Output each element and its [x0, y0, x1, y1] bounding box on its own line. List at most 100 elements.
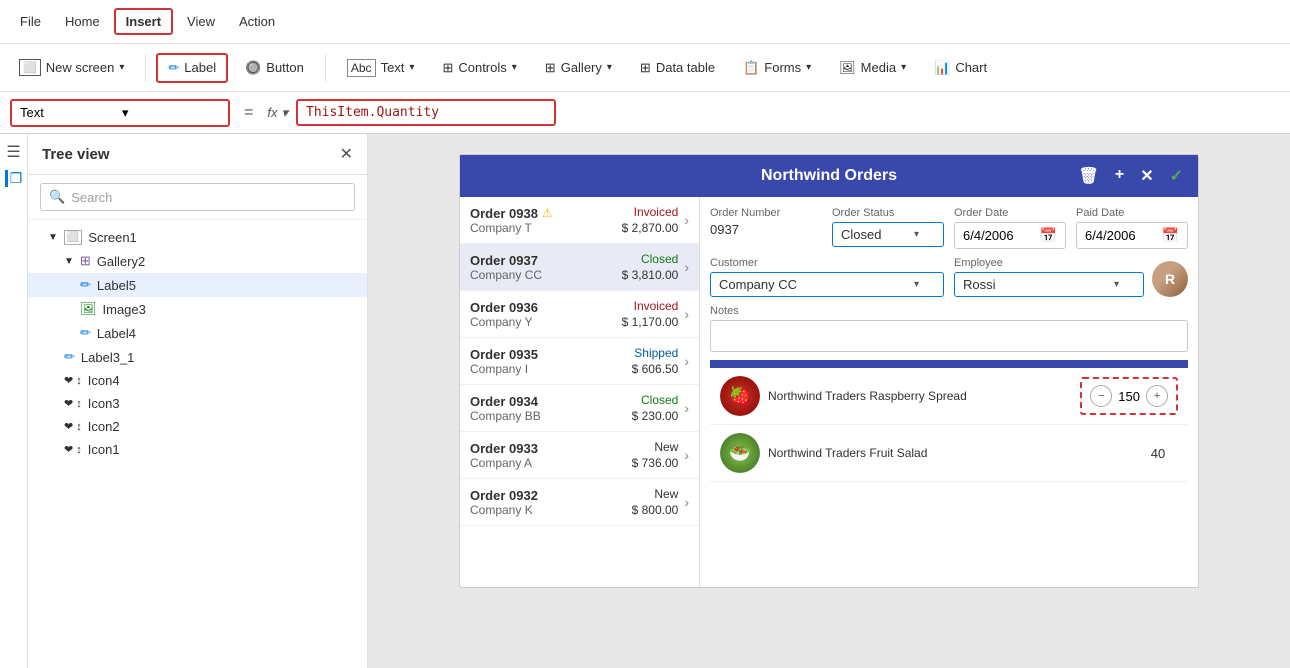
order-chevron-0934: ›	[684, 400, 689, 416]
order-right-0937: Closed $ 3,810.00	[622, 252, 679, 282]
order-right-0936: Invoiced $ 1,170.00	[622, 299, 679, 329]
formula-bar: Text ▾ = fx ▾ ThisItem.Quantity	[0, 92, 1290, 134]
order-item-0937[interactable]: Order 0937 Company CC Closed $ 3,810.00 …	[460, 244, 699, 291]
tree-item-image3[interactable]: 🖼 Image3	[28, 297, 367, 321]
chart-button[interactable]: 📊 Chart	[923, 54, 998, 82]
order-right-0935: Shipped $ 606.50	[632, 346, 679, 376]
order-status-select[interactable]: Closed ▾	[832, 222, 944, 247]
add-icon[interactable]: +	[1110, 164, 1129, 188]
hamburger-icon[interactable]: ☰	[6, 142, 20, 162]
menu-home[interactable]: Home	[55, 10, 110, 33]
close-header-icon[interactable]: ✕	[1135, 164, 1158, 188]
detail-row-2: Customer Company CC ▾ Employee Rossi	[710, 257, 1188, 297]
search-input[interactable]	[71, 190, 346, 205]
order-status-field: Order Status Closed ▾	[832, 207, 944, 249]
menu-insert[interactable]: Insert	[114, 8, 173, 35]
screen-icon: ⬜	[64, 230, 82, 245]
toolbar-separator-1	[145, 54, 146, 82]
product-image-1: 🥗	[720, 433, 760, 473]
qty-controls-0: − 150 +	[1090, 385, 1168, 407]
menu-action[interactable]: Action	[229, 10, 285, 33]
label-icon: ✏	[168, 60, 179, 76]
tree-item-label-gallery2: Gallery2	[97, 254, 353, 269]
label-button[interactable]: ✏ Label	[156, 53, 228, 83]
tree-item-label4[interactable]: ✏ Label4	[28, 321, 367, 345]
tree-item-icon4[interactable]: ❤ ↕ Icon4	[28, 369, 367, 392]
layers-icon[interactable]: ❐	[5, 170, 23, 187]
forms-chevron-icon: ▾	[806, 62, 811, 73]
tree-item-label5[interactable]: ✏ Label5	[28, 273, 367, 297]
icon3-icon: ❤ ↕	[64, 397, 82, 410]
text-button[interactable]: Abc Text ▾	[336, 53, 426, 83]
order-info-0934: Order 0934 Company BB	[470, 394, 632, 423]
customer-select[interactable]: Company CC ▾	[710, 272, 944, 297]
employee-select-chevron-icon: ▾	[1114, 279, 1119, 290]
order-list: Order 0938 ⚠ Company T Invoiced $ 2,870.…	[460, 197, 700, 587]
new-screen-icon: ⬜	[19, 59, 41, 76]
controls-chevron-icon: ▾	[512, 62, 517, 73]
button-tool-button[interactable]: 🔘 Button	[234, 54, 315, 82]
media-button[interactable]: 🖼 Media ▾	[828, 54, 917, 82]
order-item-0936[interactable]: Order 0936 Company Y Invoiced $ 1,170.00…	[460, 291, 699, 338]
tree-close-button[interactable]: ✕	[340, 144, 353, 164]
order-status-0936: Invoiced	[622, 299, 679, 313]
tree-item-label3-1[interactable]: ✏ Label3_1	[28, 345, 367, 369]
order-date-field: Order Date 6/4/2006 📅	[954, 207, 1066, 249]
product-qty-box-0[interactable]: − 150 +	[1080, 377, 1178, 415]
qty-increment-0[interactable]: +	[1146, 385, 1168, 407]
toggle-icon: ▼	[48, 232, 58, 243]
menu-file[interactable]: File	[10, 10, 51, 33]
order-number-0936: Order 0936	[470, 300, 622, 315]
order-item-0938[interactable]: Order 0938 ⚠ Company T Invoiced $ 2,870.…	[460, 197, 699, 244]
order-number-0932: Order 0932	[470, 488, 632, 503]
order-info-0936: Order 0936 Company Y	[470, 300, 622, 329]
order-item-0932[interactable]: Order 0932 Company K New $ 800.00 ›	[460, 479, 699, 526]
fx-chevron: ▾	[281, 105, 288, 121]
order-item-0934[interactable]: Order 0934 Company BB Closed $ 230.00 ›	[460, 385, 699, 432]
data-table-button[interactable]: ⊞ Data table	[629, 54, 726, 82]
formula-dropdown[interactable]: Text ▾	[10, 99, 230, 127]
order-right-0938: Invoiced $ 2,870.00	[622, 205, 679, 235]
tree-item-icon3[interactable]: ❤ ↕ Icon3	[28, 392, 367, 415]
calendar-icon: 📅	[1040, 227, 1057, 244]
order-item-0933[interactable]: Order 0933 Company A New $ 736.00 ›	[460, 432, 699, 479]
formula-fx-btn[interactable]: fx ▾	[267, 105, 288, 121]
label5-icon: ✏	[80, 277, 91, 293]
trash-icon[interactable]: 🗑	[1074, 164, 1104, 188]
menu-view[interactable]: View	[177, 10, 225, 33]
checkmark-icon[interactable]: ✓	[1165, 164, 1188, 188]
paid-date-input[interactable]: 6/4/2006 📅	[1076, 222, 1188, 249]
toolbar: ⬜ New screen ▾ ✏ Label 🔘 Button Abc Text…	[0, 44, 1290, 92]
toolbar-separator-2	[325, 54, 326, 82]
forms-btn-label: Forms	[764, 60, 801, 75]
tree-item-icon1[interactable]: ❤ ↕ Icon1	[28, 438, 367, 461]
employee-select[interactable]: Rossi ▾	[954, 272, 1144, 297]
icon1-icon: ❤ ↕	[64, 443, 82, 456]
search-icon: 🔍	[49, 189, 65, 205]
order-item-0935[interactable]: Order 0935 Company I Shipped $ 606.50 ›	[460, 338, 699, 385]
new-screen-button[interactable]: ⬜ New screen ▾	[8, 53, 135, 82]
order-company-0936: Company Y	[470, 315, 622, 329]
tree-item-screen1[interactable]: ▼ ⬜ Screen1	[28, 226, 367, 249]
app-title: Northwind Orders	[761, 167, 897, 185]
gallery-chevron-icon: ▾	[607, 62, 612, 73]
customer-label: Customer	[710, 257, 944, 269]
formula-input[interactable]: ThisItem.Quantity	[296, 99, 556, 126]
order-number-0938: Order 0938	[470, 206, 538, 221]
order-status-0934: Closed	[632, 393, 679, 407]
fx-label: fx	[267, 105, 277, 120]
order-status-select-value: Closed	[841, 227, 881, 242]
notes-input[interactable]	[710, 320, 1188, 352]
controls-button[interactable]: ⊞ Controls ▾	[431, 54, 527, 82]
media-chevron-icon: ▾	[901, 62, 906, 73]
gallery-button[interactable]: ⊞ Gallery ▾	[534, 54, 623, 82]
order-chevron-0938: ›	[684, 212, 689, 228]
order-date-input[interactable]: 6/4/2006 📅	[954, 222, 1066, 249]
forms-button[interactable]: 📋 Forms ▾	[732, 54, 822, 82]
tree-item-gallery2[interactable]: ▼ ⊞ Gallery2	[28, 249, 367, 273]
tree-item-icon2[interactable]: ❤ ↕ Icon2	[28, 415, 367, 438]
order-chevron-0932: ›	[684, 494, 689, 510]
text-btn-label: Text	[381, 60, 405, 75]
qty-decrement-0[interactable]: −	[1090, 385, 1112, 407]
order-status-0933: New	[632, 440, 679, 454]
